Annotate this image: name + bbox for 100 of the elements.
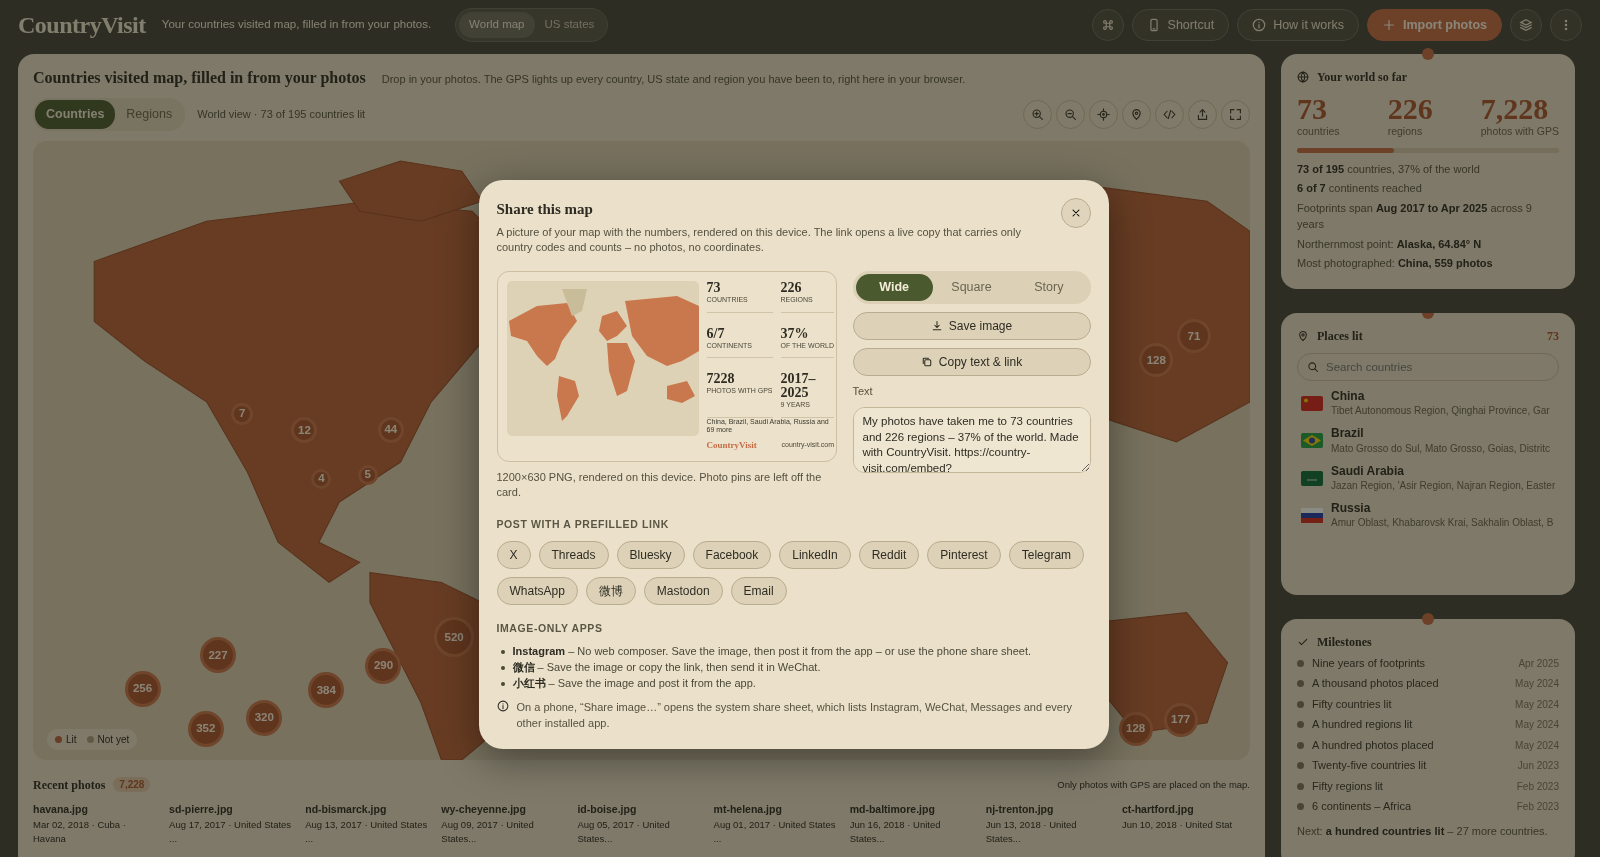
share-target-button[interactable]: Bluesky [616, 540, 685, 569]
close-button[interactable] [1060, 198, 1091, 228]
photo-name[interactable]: ct-hartford.jpg [1121, 801, 1250, 818]
app-instruction: 小红书 – Save the image and post it from the app. [512, 676, 756, 692]
photo-name[interactable]: sd-pierre.jpg [169, 801, 298, 818]
bullet-icon [1297, 680, 1304, 687]
bullet-icon [1297, 803, 1304, 810]
photo-cluster[interactable]: 227 [199, 637, 236, 674]
summary-line: Most photographed: China, 559 photos [1297, 256, 1494, 272]
mode-tab[interactable]: Countries [35, 100, 116, 129]
summary-line: 73 of 195 countries, 37% of the world [1297, 161, 1481, 177]
summary-line: Footprints span Aug 2017 to Apr 2025 across 9 years [1297, 200, 1533, 233]
format-tab[interactable]: Story [1010, 274, 1088, 302]
card-title: Your world so far [1317, 69, 1408, 86]
place-row[interactable]: Brazil Mato Grosso do Sul, Mato Grosso, Goias, Distritc [1297, 426, 1559, 456]
photo-name[interactable]: id-boise.jpg [577, 801, 706, 818]
legend-label: Not yet [97, 732, 130, 747]
preview-stat-value: 2017–2025 [780, 372, 817, 401]
mode-tab[interactable]: Regions [115, 100, 184, 129]
flag-icon [1301, 433, 1323, 449]
photo-meta: Mar 02, 2018 · Cuba · Havana [33, 817, 127, 846]
photo-cluster[interactable]: 256 [124, 670, 161, 707]
header-button[interactable]: Shortcut [1131, 9, 1230, 41]
header-button[interactable]: Import photos [1367, 9, 1502, 41]
card-title: Milestones [1317, 633, 1372, 651]
share-target-button[interactable]: Threads [538, 540, 609, 569]
photo-meta: Jun 13, 2018 · United States... [985, 817, 1078, 846]
action-button[interactable]: Save image [852, 312, 1091, 341]
photo-cluster[interactable]: 352 [187, 710, 224, 747]
place-row[interactable]: Saudi Arabia Jazan Region, 'Asir Region, Najran Region, Easter [1297, 463, 1559, 493]
place-row[interactable]: China Tibet Autonomous Region, Qinghai Province, Gar [1297, 388, 1559, 419]
share-target-button[interactable]: X [496, 540, 531, 569]
milestone-label: A hundred regions lit [1312, 717, 1413, 733]
globe-icon [1297, 71, 1309, 83]
photo-name[interactable]: nj-trenton.jpg [985, 801, 1114, 818]
share-target-button[interactable]: LinkedIn [779, 540, 851, 569]
photo-cluster[interactable]: 320 [246, 699, 283, 736]
photo-meta: Aug 17, 2017 · United States ... [169, 817, 293, 846]
photo-cluster[interactable]: 384 [308, 672, 345, 709]
command-button[interactable] [1091, 9, 1124, 41]
map-status: World view · 73 of 195 countries lit [197, 107, 366, 123]
zoom-in-icon [1031, 107, 1044, 121]
flag-icon [1301, 395, 1323, 411]
preview-stat-value: 6/7 [706, 326, 726, 341]
section-title: Recent photos [33, 776, 106, 794]
milestone-label: Twenty-five countries lit [1312, 758, 1427, 774]
fullscreen-button[interactable] [1221, 99, 1250, 129]
photo-cluster[interactable]: 290 [365, 647, 402, 684]
stat-value: 226 [1387, 94, 1433, 124]
fullscreen-icon [1229, 107, 1242, 121]
layers-button[interactable] [1510, 9, 1542, 41]
milestone-label: 6 continents – Africa [1312, 799, 1412, 815]
pin-button[interactable] [1122, 99, 1151, 129]
preview-stat-value: 226 [780, 281, 803, 296]
share-target-button[interactable]: Email [730, 576, 787, 605]
embed-button[interactable] [1155, 99, 1184, 129]
bullet-icon [500, 650, 505, 655]
photo-name[interactable]: havana.jpg [33, 801, 162, 818]
bullet-icon [500, 682, 505, 687]
format-tab[interactable]: Square [932, 274, 1011, 302]
photo-meta: Aug 01, 2017 · United States ... [713, 817, 837, 846]
share-target-button[interactable]: Pinterest [927, 540, 1001, 569]
share-target-button[interactable]: Facebook [692, 540, 772, 569]
app-instruction: 微信 – Save the image or copy the link, then send it in WeChat. [512, 660, 821, 676]
stat-label: countries [1297, 124, 1340, 139]
share-target-button[interactable]: Reddit [858, 540, 920, 569]
zoom-out-button[interactable] [1056, 99, 1085, 129]
view-tab[interactable]: US states [534, 12, 605, 38]
format-tab[interactable]: Wide [855, 274, 933, 302]
milestone-label: A thousand photos placed [1312, 676, 1439, 692]
bullet-icon [1297, 721, 1304, 728]
share-target-button[interactable]: 微博 [585, 576, 636, 605]
zoom-in-button[interactable] [1023, 99, 1052, 129]
panel-title: Countries visited map, filled in from your photos [33, 68, 366, 89]
locate-button[interactable] [1089, 99, 1118, 129]
legend-dot [55, 735, 62, 743]
action-button[interactable]: Copy text & link [852, 348, 1091, 377]
share-text-field[interactable]: My photos have taken me to 73 countries and 226 regions – 37% of the world. Made with CountryVisit. https://country-visit.com/embed? [852, 407, 1091, 474]
header-button[interactable]: How it works [1237, 9, 1359, 41]
milestone-label: Fifty countries lit [1312, 696, 1392, 712]
share-target-button[interactable]: Mastodon [643, 576, 723, 605]
gps-note: Only photos with GPS are placed on the map. [1057, 777, 1250, 792]
dialog-title: Share this map [496, 200, 594, 219]
code-icon [1163, 107, 1176, 121]
place-row[interactable]: Russia Amur Oblast, Khabarovsk Krai, Sakhalin Oblast, B [1297, 500, 1559, 531]
photo-name[interactable]: nd-bismarck.jpg [305, 801, 434, 818]
share-button[interactable] [1188, 99, 1217, 129]
panel-description: Drop in your photos. The GPS lights up every country, US state and region you have been to, right here in your browser. [381, 72, 966, 87]
download-icon [930, 320, 943, 333]
view-tab[interactable]: World map [459, 12, 535, 38]
photo-name[interactable]: wy-cheyenne.jpg [441, 801, 570, 818]
photo-meta: Aug 13, 2017 · United States ... [305, 817, 429, 846]
photo-name[interactable]: md-baltimore.jpg [849, 801, 978, 818]
share-target-button[interactable]: WhatsApp [496, 576, 578, 605]
share-target-button[interactable]: Telegram [1008, 540, 1085, 569]
info-icon [1252, 18, 1267, 32]
legend-dot [86, 735, 94, 743]
preview-stat-value: 73 [706, 281, 722, 296]
places-count: 73 [1547, 327, 1559, 345]
photo-name[interactable]: mt-helena.jpg [713, 801, 842, 818]
